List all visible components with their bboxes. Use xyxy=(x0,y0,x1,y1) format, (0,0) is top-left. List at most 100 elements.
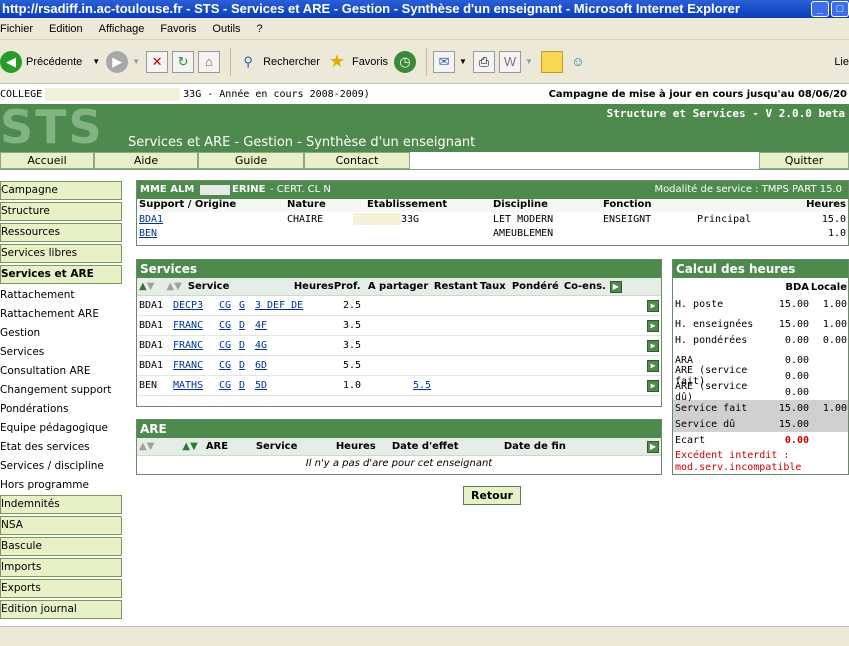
menu-outils[interactable]: Outils xyxy=(204,23,248,35)
sort-asc-icon[interactable]: ▲ xyxy=(166,281,174,292)
sidebar-item-structure[interactable]: Structure xyxy=(0,202,122,221)
service-type-link[interactable]: CG xyxy=(219,320,239,331)
sidebar-sub-services[interactable]: Services xyxy=(0,343,124,362)
nav-guide[interactable]: Guide xyxy=(198,152,304,169)
refresh-icon[interactable]: ↻ xyxy=(172,50,195,73)
sidebar-sub-changement-support[interactable]: Changement support xyxy=(0,381,124,400)
sort-desc-icon[interactable]: ▼ xyxy=(190,441,198,452)
fonction-type-value: Principal xyxy=(697,213,752,225)
col-service: Service xyxy=(187,281,230,292)
service-type-link[interactable]: CG xyxy=(219,300,239,311)
sidebar-item-imports[interactable]: Imports xyxy=(0,558,122,577)
home-icon[interactable]: ⌂ xyxy=(198,50,221,73)
sidebar-sub-equipe-pedagogique[interactable]: Equipe pédagogique xyxy=(0,419,124,438)
sidebar-item-indemnites[interactable]: Indemnités xyxy=(0,495,122,514)
favorites-button[interactable]: ★ Favoris xyxy=(326,51,388,73)
service-type-link[interactable]: CG xyxy=(219,380,239,391)
sidebar-item-campagne[interactable]: Campagne xyxy=(0,181,122,200)
service-division-link[interactable]: 5D xyxy=(255,380,343,391)
sort-asc-icon[interactable]: ▲ xyxy=(137,281,147,292)
menu-edition[interactable]: Edition xyxy=(41,23,91,35)
back-dropdown-icon[interactable]: ▼ xyxy=(92,57,100,66)
sort-asc-icon[interactable]: ▲ xyxy=(182,441,190,452)
menu-fichier[interactable]: Fichier xyxy=(0,23,41,35)
service-matiere-link[interactable]: FRANC xyxy=(173,340,219,351)
sidebar-sub-consultation-are[interactable]: Consultation ARE xyxy=(0,362,124,381)
sidebar-item-services-et-are[interactable]: Services et ARE xyxy=(0,265,122,284)
retour-button[interactable]: Retour xyxy=(463,486,521,505)
sidebar-item-ressources[interactable]: Ressources xyxy=(0,223,122,242)
sidebar-sub-services-discipline[interactable]: Services / discipline xyxy=(0,457,124,476)
sort-desc-icon[interactable]: ▼ xyxy=(174,281,182,292)
sidebar-item-services-libres[interactable]: Services libres xyxy=(0,244,122,263)
add-are-button[interactable]: ▶ xyxy=(647,440,659,453)
add-service-button[interactable]: ▶ xyxy=(609,280,622,293)
service-matiere-link[interactable]: DECP3 xyxy=(173,300,219,311)
service-matiere-link[interactable]: FRANC xyxy=(173,360,219,371)
sidebar-sub-gestion[interactable]: Gestion xyxy=(0,324,124,343)
mail-dropdown-icon[interactable]: ▼ xyxy=(459,57,467,66)
back-button[interactable]: ◀ Précédente ▼ xyxy=(0,50,100,73)
nav-accueil[interactable]: Accueil xyxy=(0,152,94,169)
service-detail-button[interactable]: ▶ xyxy=(647,339,659,352)
service-type-link[interactable]: CG xyxy=(219,340,239,351)
sidebar-sub-rattachement-are[interactable]: Rattachement ARE xyxy=(0,305,124,324)
minimize-button[interactable]: _ xyxy=(811,1,829,17)
service-mode-link[interactable]: D xyxy=(239,320,255,331)
service-division-link[interactable]: 4G xyxy=(255,340,343,351)
sidebar-sub-etat-des-services[interactable]: Etat des services xyxy=(0,438,124,457)
service-detail-button[interactable]: ▶ xyxy=(647,379,659,392)
sidebar-sub-rattachement[interactable]: Rattachement xyxy=(0,286,124,305)
menu-help[interactable]: ? xyxy=(249,23,271,35)
service-mode-link[interactable]: D xyxy=(239,360,255,371)
sort-desc-icon[interactable]: ▼ xyxy=(147,441,155,452)
support-link[interactable]: BEN xyxy=(137,228,287,239)
edit-dropdown-icon[interactable]: ▼ xyxy=(525,57,533,66)
service-detail-button[interactable]: ▶ xyxy=(647,359,659,372)
browser-toolbar: ◀ Précédente ▼ ▶ ▼ ✕ ↻ ⌂ ⚲ Rechercher ★ … xyxy=(0,40,849,84)
maximize-button[interactable]: □ xyxy=(831,1,849,17)
service-division-link[interactable]: 4F xyxy=(255,320,343,331)
print-icon[interactable]: ⎙ xyxy=(472,50,495,73)
service-detail-button[interactable]: ▶ xyxy=(647,299,659,312)
sidebar-item-bascule[interactable]: Bascule xyxy=(0,537,122,556)
service-matiere-link[interactable]: FRANC xyxy=(173,320,219,331)
support-link[interactable]: BDA1 xyxy=(137,214,287,225)
sidebar-item-edition-journal[interactable]: Edition journal xyxy=(0,600,122,619)
service-detail-button[interactable]: ▶ xyxy=(647,319,659,332)
service-matiere-link[interactable]: MATHS xyxy=(173,380,219,391)
service-mode-link[interactable]: G xyxy=(239,300,255,311)
mail-icon[interactable]: ✉ xyxy=(433,50,456,73)
history-icon[interactable]: ◷ xyxy=(394,50,417,73)
toolbar-separator xyxy=(426,47,428,76)
quit-button[interactable]: Quitter xyxy=(759,152,849,169)
service-mode-link[interactable]: D xyxy=(239,380,255,391)
service-partager[interactable]: 5.5 xyxy=(413,380,631,391)
calc-bda-value: 15.00 xyxy=(778,418,809,430)
service-division-link[interactable]: 3 DEF DE xyxy=(255,300,343,311)
sidebar-sub-ponderations[interactable]: Pondérations xyxy=(0,400,124,419)
calc-row: H. pondérées 0.00 0.00 xyxy=(673,332,848,348)
links-label[interactable]: Lie xyxy=(834,56,849,68)
menu-affichage[interactable]: Affichage xyxy=(91,23,153,35)
sort-asc-icon[interactable]: ▲ xyxy=(137,441,147,452)
messenger-icon[interactable]: ☺ xyxy=(567,51,589,73)
service-type-link[interactable]: CG xyxy=(219,360,239,371)
notes-icon[interactable] xyxy=(540,50,563,73)
service-division-link[interactable]: 6D xyxy=(255,360,343,371)
stop-icon[interactable]: ✕ xyxy=(146,50,169,73)
nav-contact[interactable]: Contact xyxy=(304,152,410,169)
menu-favoris[interactable]: Favoris xyxy=(152,23,204,35)
sidebar-item-exports[interactable]: Exports xyxy=(0,579,122,598)
col-bda: BDA xyxy=(785,281,809,293)
calc-bda-value: 0.00 xyxy=(784,434,809,446)
edit-icon[interactable]: W xyxy=(498,50,521,73)
search-button[interactable]: ⚲ Rechercher xyxy=(237,51,320,73)
forward-button[interactable]: ▶ ▼ xyxy=(106,50,140,73)
sort-desc-icon[interactable]: ▼ xyxy=(147,281,155,292)
nav-aide[interactable]: Aide xyxy=(94,152,198,169)
calc-panel: Calcul des heures BDA Locale H. poste 15.… xyxy=(672,259,849,475)
service-mode-link[interactable]: D xyxy=(239,340,255,351)
sidebar-item-nsa[interactable]: NSA xyxy=(0,516,122,535)
sidebar-sub-hors-programme[interactable]: Hors programme xyxy=(0,476,124,495)
